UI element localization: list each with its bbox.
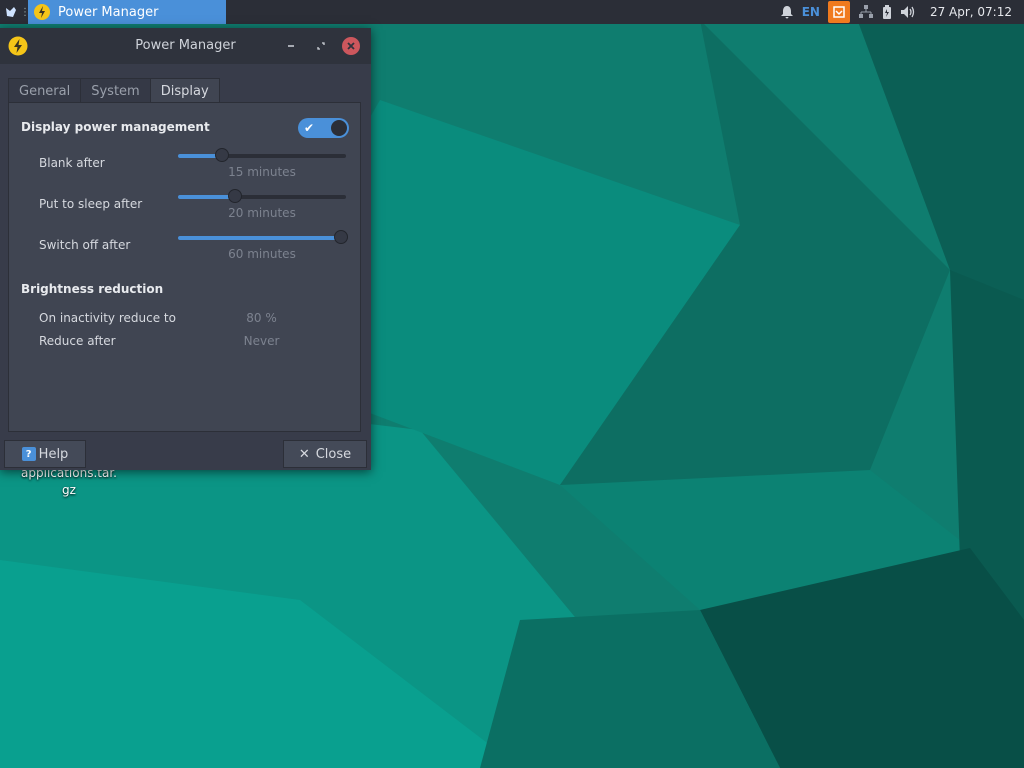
battery-icon	[882, 5, 891, 19]
help-icon: ?	[21, 447, 36, 461]
slider-fill	[178, 195, 236, 199]
display-power-management-toggle[interactable]: ✔	[298, 118, 349, 138]
close-icon	[347, 42, 355, 50]
desktop-file-label-line2: gz	[62, 483, 76, 497]
slider-handle[interactable]	[228, 189, 243, 203]
switch-off-after-label: Switch off after	[39, 238, 131, 252]
top-panel: ⋮ Power Manager EN 27 Apr, 07:12	[0, 0, 1024, 24]
toggle-knob	[331, 120, 347, 136]
taskbar-window-title: Power Manager	[58, 4, 159, 20]
tab-display[interactable]: Display	[149, 78, 220, 103]
bell-icon	[780, 6, 793, 19]
window-titlebar[interactable]: Power Manager	[0, 28, 371, 64]
network-button[interactable]	[858, 0, 874, 24]
network-icon	[858, 5, 873, 18]
power-manager-window: Power Manager General System Display Dis…	[0, 28, 371, 470]
checkmark-icon: ✔	[304, 121, 315, 135]
close-button-label: Close	[315, 446, 352, 462]
whisker-menu-icon	[6, 7, 16, 17]
sleep-after-value: 20 minutes	[228, 206, 296, 220]
keyboard-layout-indicator[interactable]: EN	[802, 0, 820, 24]
slider-fill	[178, 236, 341, 240]
inactivity-reduce-value[interactable]: 80 %	[209, 311, 314, 325]
tab-system[interactable]: System	[80, 78, 151, 103]
help-button[interactable]: ? Help	[4, 440, 86, 468]
sleep-after-label: Put to sleep after	[39, 197, 143, 211]
help-button-label: Help	[38, 446, 69, 462]
reduce-after-value[interactable]: Never	[209, 334, 314, 348]
window-close-button[interactable]	[342, 37, 360, 55]
slider-handle[interactable]	[334, 230, 348, 244]
volume-button[interactable]	[900, 0, 916, 24]
whisker-menu-button[interactable]	[0, 0, 22, 24]
tab-bar: General System Display	[8, 78, 220, 103]
close-button[interactable]: ✕ Close	[283, 440, 367, 468]
display-tab-content: Display power management ✔ Blank after 1…	[8, 102, 361, 432]
desktop-file-icon-label[interactable]: applications.tar. gz	[14, 465, 124, 499]
clock[interactable]: 27 Apr, 07:12	[930, 5, 1012, 19]
blank-after-value: 15 minutes	[228, 165, 296, 179]
switch-off-after-value: 60 minutes	[228, 247, 296, 261]
update-notifier-button[interactable]	[827, 1, 850, 23]
sleep-after-slider[interactable]	[178, 189, 346, 203]
display-power-management-heading: Display power management	[21, 120, 210, 134]
battery-button[interactable]	[882, 0, 892, 24]
power-bolt-icon	[34, 4, 50, 20]
blank-after-slider[interactable]	[178, 148, 346, 162]
tab-general[interactable]: General	[8, 78, 82, 103]
brightness-reduction-heading: Brightness reduction	[21, 282, 164, 296]
maximize-icon	[317, 42, 325, 50]
inactivity-reduce-label: On inactivity reduce to	[39, 311, 176, 325]
update-notifier-icon	[833, 6, 845, 18]
blank-after-label: Blank after	[39, 156, 105, 170]
maximize-button[interactable]	[312, 37, 330, 55]
notification-button[interactable]	[780, 0, 794, 24]
minimize-icon	[288, 45, 294, 47]
switch-off-after-slider[interactable]	[178, 230, 348, 244]
taskbar-window-button[interactable]: Power Manager	[28, 0, 226, 24]
minimize-button[interactable]	[282, 37, 300, 55]
system-tray: EN 27 Apr, 07:12	[776, 0, 1024, 24]
slider-handle[interactable]	[214, 148, 229, 162]
close-icon: ✕	[298, 446, 310, 462]
reduce-after-label: Reduce after	[39, 334, 116, 348]
volume-icon	[900, 6, 915, 18]
